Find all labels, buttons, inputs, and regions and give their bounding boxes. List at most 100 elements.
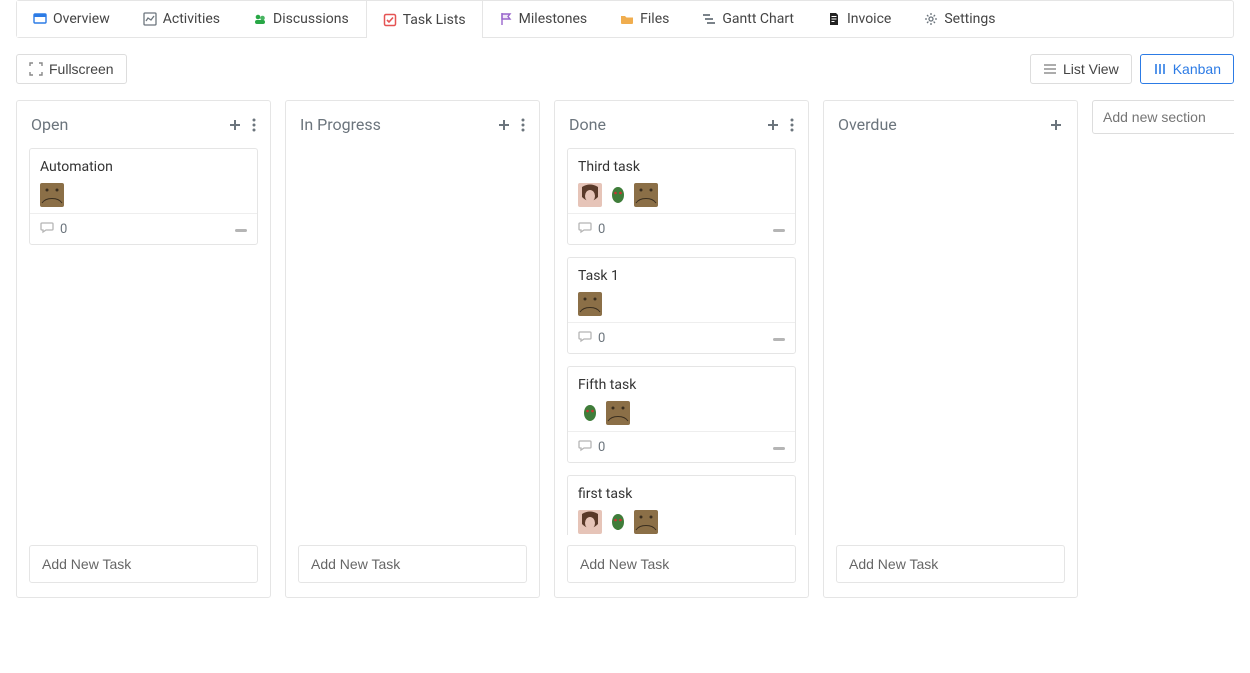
add-task-button[interactable]: Add New Task [29, 545, 258, 583]
column-more-button[interactable] [252, 118, 256, 132]
activities-icon [143, 12, 157, 26]
avatar [578, 292, 602, 316]
view-toggle: List View Kanban [1030, 54, 1234, 84]
tab-files[interactable]: Files [604, 1, 686, 37]
avatar [40, 183, 64, 207]
column-body[interactable] [824, 148, 1077, 535]
task-card[interactable]: first task 0 [567, 475, 796, 535]
card-title: Automation [40, 159, 247, 175]
tab-label: Task Lists [403, 12, 466, 28]
tab-label: Gantt Chart [722, 11, 794, 27]
tab-label: Discussions [273, 11, 349, 27]
tab-label: Invoice [847, 11, 891, 27]
column-header: Open [17, 101, 270, 148]
column-more-button[interactable] [790, 118, 794, 132]
column-actions [1049, 118, 1063, 132]
add-task-label: Add New Task [849, 556, 938, 572]
column-overdue: Overdue Add New Task [823, 100, 1078, 598]
card-avatars [578, 292, 785, 316]
avatar [578, 401, 602, 425]
task-card[interactable]: Fifth task 0 [567, 366, 796, 463]
column-open: Open Automation [16, 100, 271, 598]
column-body[interactable]: Third task 0 [555, 148, 808, 535]
add-card-button[interactable] [766, 118, 780, 132]
column-body[interactable] [286, 148, 539, 535]
files-icon [620, 12, 634, 26]
task-card[interactable]: Task 1 0 [567, 257, 796, 354]
add-card-button[interactable] [1049, 118, 1063, 132]
settings-icon [924, 12, 938, 26]
card-footer: 0 [568, 431, 795, 462]
list-icon [1043, 62, 1057, 76]
tab-gantt-chart[interactable]: Gantt Chart [686, 1, 811, 37]
add-card-button[interactable] [228, 118, 242, 132]
list-view-button[interactable]: List View [1030, 54, 1132, 84]
add-task-button[interactable]: Add New Task [567, 545, 796, 583]
column-more-button[interactable] [521, 118, 525, 132]
tab-settings[interactable]: Settings [908, 1, 1012, 37]
comments-icon [40, 220, 54, 238]
tab-invoice[interactable]: Invoice [811, 1, 908, 37]
add-section [1092, 100, 1234, 134]
fullscreen-button[interactable]: Fullscreen [16, 54, 127, 84]
add-task-button[interactable]: Add New Task [298, 545, 527, 583]
tab-label: Activities [163, 11, 220, 27]
invoice-icon [827, 12, 841, 26]
project-tabs: Overview Activities Discussions Task Lis… [16, 0, 1234, 38]
card-footer: 0 [568, 322, 795, 353]
column-title: Open [31, 115, 68, 134]
tab-discussions[interactable]: Discussions [237, 1, 366, 37]
discussions-icon [253, 12, 267, 26]
task-card[interactable]: Automation 0 [29, 148, 258, 245]
add-task-label: Add New Task [42, 556, 131, 572]
card-footer: 0 [30, 213, 257, 244]
comments-count: 0 [598, 222, 605, 237]
tab-label: Files [640, 11, 669, 27]
fullscreen-icon [29, 62, 43, 76]
card-title: Task 1 [578, 268, 785, 284]
priority-icon [773, 331, 785, 346]
column-footer: Add New Task [17, 535, 270, 597]
add-card-button[interactable] [497, 118, 511, 132]
priority-icon [235, 222, 247, 237]
column-actions [766, 118, 794, 132]
card-title: Fifth task [578, 377, 785, 393]
comments-count: 0 [598, 331, 605, 346]
add-task-button[interactable]: Add New Task [836, 545, 1065, 583]
add-task-label: Add New Task [311, 556, 400, 572]
comments-count: 0 [598, 440, 605, 455]
card-title: first task [578, 486, 785, 502]
add-task-label: Add New Task [580, 556, 669, 572]
comments-icon [578, 220, 592, 238]
task-card[interactable]: Third task 0 [567, 148, 796, 245]
tab-milestones[interactable]: Milestones [483, 1, 605, 37]
avatar [634, 183, 658, 207]
fullscreen-label: Fullscreen [49, 61, 114, 77]
card-title: Third task [578, 159, 785, 175]
kanban-view-button[interactable]: Kanban [1140, 54, 1234, 84]
avatar [578, 510, 602, 534]
column-actions [228, 118, 256, 132]
tab-activities[interactable]: Activities [127, 1, 237, 37]
add-section-input[interactable] [1092, 100, 1234, 134]
column-header: In Progress [286, 101, 539, 148]
tab-label: Settings [944, 11, 995, 27]
column-title: In Progress [300, 115, 381, 134]
tab-task-lists[interactable]: Task Lists [366, 1, 483, 38]
card-footer: 0 [568, 213, 795, 244]
comments-icon [578, 329, 592, 347]
column-done: Done Third task [554, 100, 809, 598]
column-header: Done [555, 101, 808, 148]
column-footer: Add New Task [286, 535, 539, 597]
kanban-view-label: Kanban [1173, 61, 1221, 77]
tab-label: Milestones [519, 11, 588, 27]
overview-icon [33, 12, 47, 26]
column-title: Overdue [838, 115, 897, 134]
tab-overview[interactable]: Overview [17, 1, 127, 37]
tab-label: Overview [53, 11, 110, 27]
toolbar: Fullscreen List View [16, 54, 1234, 84]
kanban-board: Open Automation [16, 100, 1234, 598]
column-body[interactable]: Automation 0 [17, 148, 270, 535]
column-title: Done [569, 115, 606, 134]
card-avatars [578, 401, 785, 425]
